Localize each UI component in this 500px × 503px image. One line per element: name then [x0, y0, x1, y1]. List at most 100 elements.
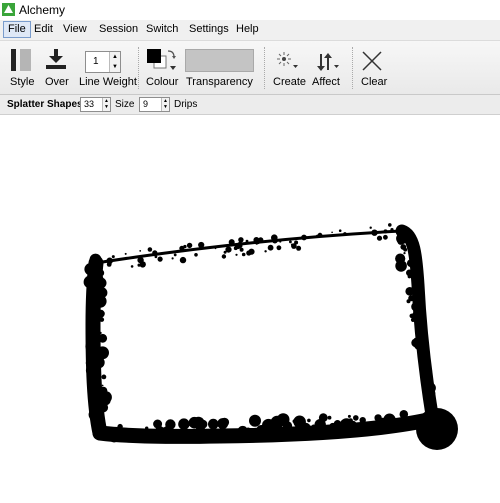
size-spinner[interactable]: 9 ▲ ▼ — [139, 97, 170, 112]
splatter-dot — [423, 366, 433, 376]
line-weight-label: Line Weight — [79, 76, 137, 88]
splatter-dot — [96, 432, 99, 435]
splatter-dot — [228, 239, 235, 246]
splatter-dot — [390, 228, 394, 232]
splatter-dot — [279, 240, 282, 243]
splatter-dot — [99, 394, 111, 406]
splatter-dot — [415, 278, 418, 281]
splatter-dot — [95, 298, 104, 307]
splatter-dot — [410, 317, 416, 322]
toolbar-separator — [264, 47, 265, 89]
splatter-dot — [418, 350, 422, 353]
menu-edit[interactable]: Edit — [30, 22, 57, 37]
splatter-dot — [420, 320, 426, 326]
clear-button[interactable]: Clear — [358, 41, 388, 94]
splatter-dot — [376, 235, 383, 241]
splatter-dot — [111, 255, 115, 259]
splatter-dot — [301, 234, 307, 241]
affect-button[interactable]: Affect — [310, 41, 346, 94]
splatter-dot — [271, 234, 278, 241]
menu-help[interactable]: Help — [232, 22, 263, 37]
splatter-dot — [100, 418, 106, 423]
colour-button[interactable]: Colour — [144, 41, 180, 94]
splatter-dot — [194, 253, 198, 257]
splatter-dot — [103, 355, 106, 359]
menu-switch[interactable]: Switch — [142, 22, 182, 37]
splatter-dot — [147, 247, 153, 252]
splatter-drawing — [83, 223, 458, 450]
splatter-dot — [410, 286, 417, 293]
splatter-dot — [369, 226, 372, 229]
splatter-dot — [289, 240, 292, 244]
shapes-spinner[interactable]: 33 ▲ ▼ — [80, 97, 111, 112]
menu-view[interactable]: View — [59, 22, 91, 37]
splatter-dot — [406, 269, 413, 277]
drawing-canvas[interactable] — [0, 115, 500, 500]
splatter-dot — [331, 231, 333, 234]
splatter-dot — [103, 426, 105, 429]
splatter-dot — [347, 414, 351, 418]
drips-label: Drips — [174, 99, 198, 110]
splatter-dot — [416, 311, 419, 315]
toolbar-separator — [352, 47, 353, 89]
transparency-slider[interactable] — [185, 49, 254, 72]
splatter-dot — [225, 246, 232, 253]
line-weight-spinner[interactable]: 1 ▲ ▼ — [85, 51, 121, 73]
splatter-dot — [124, 252, 127, 255]
splatter-dot — [96, 431, 106, 441]
splatter-dot — [132, 256, 135, 259]
splatter-dot — [383, 234, 388, 240]
splatter-dot — [139, 250, 142, 252]
splatter-dot — [329, 422, 337, 431]
menu-file[interactable]: File — [3, 21, 31, 38]
module-options-bar: Splatter Shapes 33 ▲ ▼ Size 9 ▲ ▼ Drips — [0, 95, 500, 115]
splatter-dot — [219, 417, 230, 427]
splatter-dot — [300, 422, 311, 433]
splatter-dot — [422, 384, 432, 395]
shapes-value: 33 — [84, 99, 95, 109]
splatter-dot — [405, 231, 410, 236]
spinner-arrows-icon[interactable]: ▲ ▼ — [161, 98, 169, 111]
clear-x-icon — [362, 51, 382, 71]
transparency-label: Transparency — [186, 76, 253, 88]
splatter-mode-label: Splatter Shapes — [7, 99, 83, 110]
line-weight-value: 1 — [93, 56, 99, 67]
splatter-dot — [89, 371, 100, 381]
splatter-dot — [245, 427, 252, 434]
splatter-dot — [87, 344, 98, 356]
splatter-dot — [93, 420, 102, 429]
splatter-dot — [245, 239, 249, 243]
menu-settings[interactable]: Settings — [185, 22, 233, 37]
splatter-dot — [403, 252, 406, 255]
splatter-dot — [274, 424, 278, 428]
affect-label: Affect — [312, 76, 340, 88]
splatter-dot — [137, 263, 140, 266]
splatter-dot — [317, 232, 323, 238]
splatter-dot — [290, 243, 294, 246]
create-button[interactable]: Create — [271, 41, 307, 94]
splatter-dot — [97, 309, 105, 318]
splatter-dot — [296, 245, 302, 251]
splatter-dot — [307, 418, 311, 423]
menu-session[interactable]: Session — [95, 22, 142, 37]
splatter-dot — [206, 431, 213, 438]
splatter-dot — [152, 250, 158, 256]
splatter-dot — [418, 417, 425, 424]
splatter-dot — [267, 244, 274, 251]
splatter-dot — [208, 418, 219, 430]
splatter-dot — [359, 417, 366, 424]
splatter-dot — [101, 384, 104, 387]
splatter-dot — [91, 298, 95, 302]
splatter-dot — [99, 331, 102, 335]
splatter-dot — [92, 263, 103, 274]
splatter-dot — [239, 247, 244, 252]
style-button[interactable]: Style — [7, 41, 37, 94]
splatter-dot — [179, 245, 185, 251]
splatter-dot — [399, 234, 408, 244]
over-button[interactable]: Over — [42, 41, 72, 94]
transparency-control: Transparency — [185, 41, 254, 94]
spinner-arrows-icon[interactable]: ▲ ▼ — [109, 52, 120, 72]
spinner-arrows-icon[interactable]: ▲ ▼ — [102, 98, 110, 111]
window-title: Alchemy — [19, 3, 66, 17]
create-label: Create — [273, 76, 307, 88]
